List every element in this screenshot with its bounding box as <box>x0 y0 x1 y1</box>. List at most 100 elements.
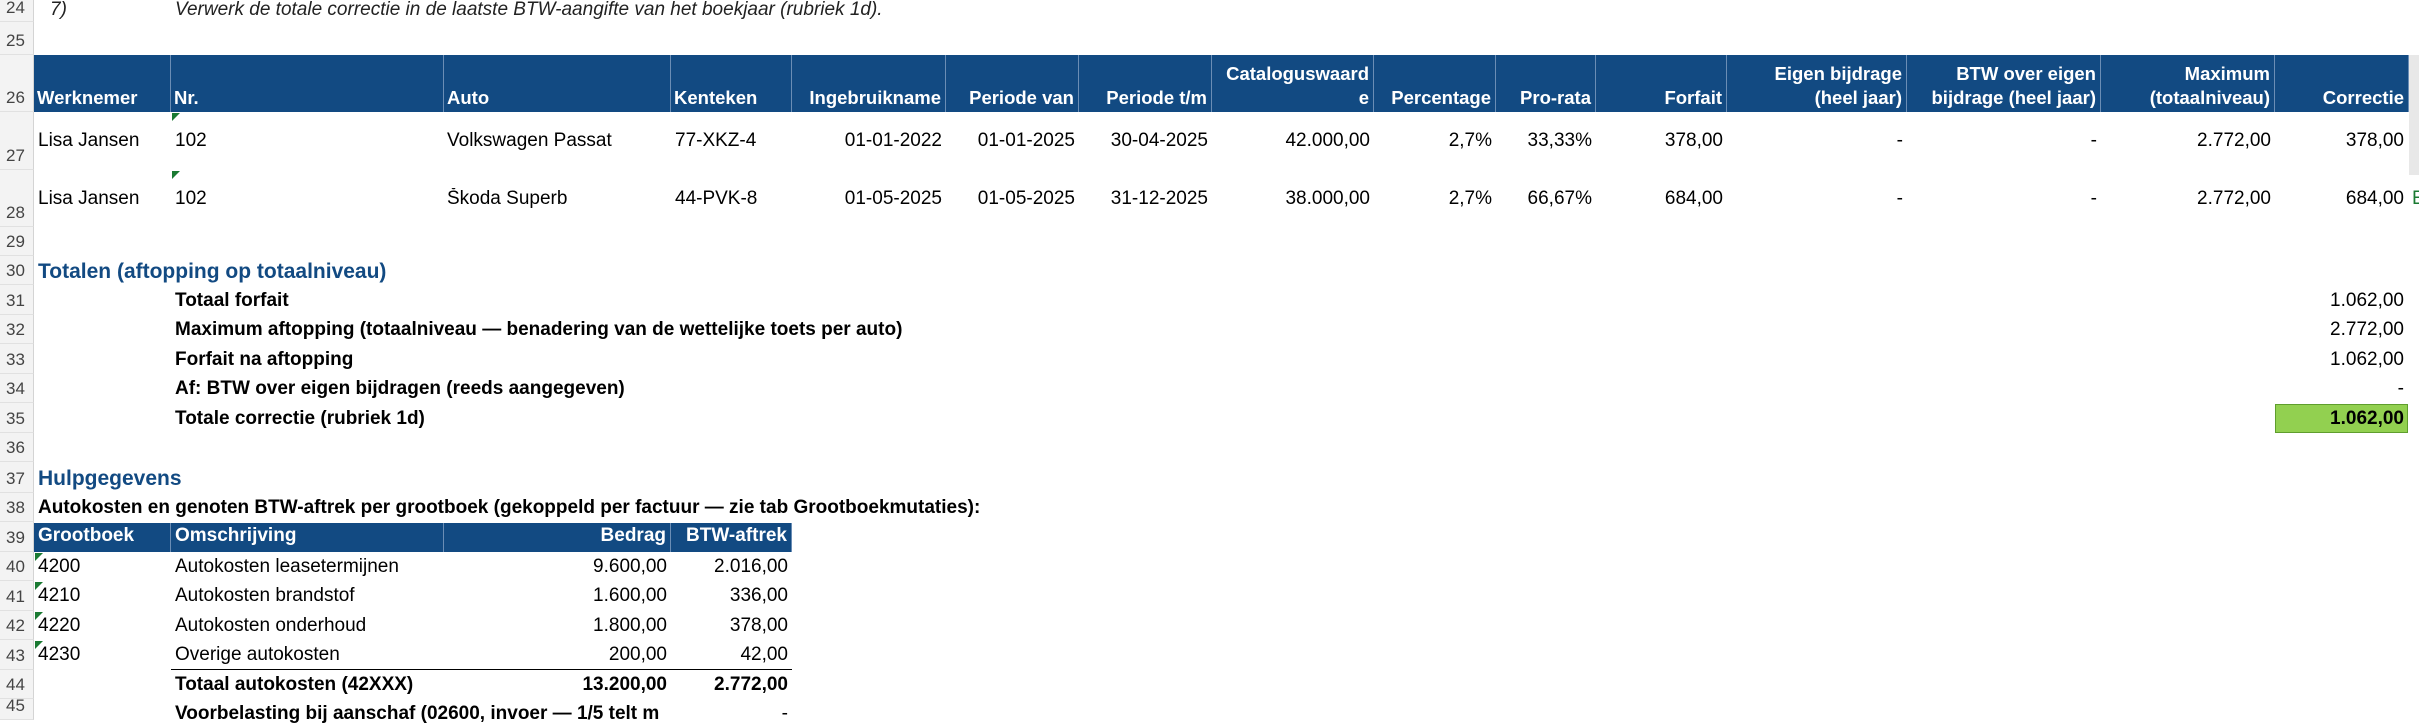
hulp-btw-aftrek[interactable]: 2.016,00 <box>671 556 788 578</box>
header-kenteken[interactable]: Kenteken <box>671 55 792 112</box>
note-number[interactable]: 7) <box>50 0 67 22</box>
hulpgegevens-title[interactable]: Hulpgegevens <box>38 467 182 491</box>
cell-cataloguswaarde[interactable]: 42.000,00 <box>1212 130 1370 152</box>
cell-nr[interactable]: 102 <box>175 130 207 152</box>
cell-percentage[interactable]: 2,7% <box>1374 130 1492 152</box>
row-header-38[interactable]: 38 <box>0 493 34 522</box>
cell-percentage[interactable]: 2,7% <box>1374 188 1492 210</box>
totals-label[interactable]: Maximum aftopping (totaalniveau — benade… <box>175 319 902 341</box>
hulp-total-bedrag[interactable]: 13.200,00 <box>444 674 667 696</box>
totals-title[interactable]: Totalen (aftopping op totaalniveau) <box>38 260 386 284</box>
totals-value[interactable]: 2.772,00 <box>2275 319 2404 341</box>
cell-forfait[interactable]: 378,00 <box>1596 130 1723 152</box>
cell-periode-van[interactable]: 01-01-2025 <box>946 130 1075 152</box>
row-header-25[interactable]: 25 <box>0 22 34 55</box>
row-header-27[interactable]: 27 <box>0 112 34 170</box>
header-werknemer[interactable]: Werknemer <box>34 55 171 112</box>
row-header-30[interactable]: 30 <box>0 256 34 285</box>
totals-value[interactable]: - <box>2275 378 2404 400</box>
cell-nr[interactable]: 102 <box>175 188 207 210</box>
cell-correctie[interactable]: 684,00 <box>2275 188 2404 210</box>
hulp-total-btw-aftrek[interactable]: 2.772,00 <box>671 674 788 696</box>
cell-auto[interactable]: Škoda Superb <box>447 188 567 210</box>
cell-periode-van[interactable]: 01-05-2025 <box>946 188 1075 210</box>
header-periode-van[interactable]: Periode van <box>946 55 1079 112</box>
row-header-34[interactable]: 34 <box>0 374 34 403</box>
header-prorata[interactable]: Pro-rata <box>1496 55 1596 112</box>
header-forfait[interactable]: Forfait <box>1596 55 1727 112</box>
row-header-45[interactable]: 45 <box>0 696 34 720</box>
cell-overflow[interactable]: E <box>2412 188 2419 210</box>
hulp-omschrijving[interactable]: Autokosten brandstof <box>175 585 355 607</box>
header-cataloguswaarde[interactable]: Cataloguswaard e <box>1212 55 1374 112</box>
hulp-grootboek[interactable]: 4210 <box>38 585 80 607</box>
row-header-31[interactable]: 31 <box>0 285 34 315</box>
totals-label[interactable]: Totaal forfait <box>175 290 289 312</box>
row-header-28[interactable]: 28 <box>0 170 34 227</box>
cell-eigen-bijdrage[interactable]: - <box>1727 130 1903 152</box>
totals-label[interactable]: Forfait na aftopping <box>175 349 353 371</box>
hulp-header-omschrijving[interactable]: Omschrijving <box>171 523 444 552</box>
header-percentage[interactable]: Percentage <box>1374 55 1496 112</box>
cell-kenteken[interactable]: 44-PVK-8 <box>675 188 757 210</box>
cell-prorata[interactable]: 33,33% <box>1496 130 1592 152</box>
cell-ingebruikname[interactable]: 01-05-2025 <box>792 188 942 210</box>
row-header-32[interactable]: 32 <box>0 315 34 344</box>
hulp-omschrijving[interactable]: Overige autokosten <box>175 644 340 666</box>
note-text[interactable]: Verwerk de totale correctie in de laatst… <box>175 0 883 22</box>
cell-werknemer[interactable]: Lisa Jansen <box>38 130 139 152</box>
hulp-header-bedrag[interactable]: Bedrag <box>444 523 671 552</box>
row-header-42[interactable]: 42 <box>0 611 34 640</box>
row-header-24[interactable]: 24 <box>0 0 34 22</box>
row-header-44[interactable]: 44 <box>0 670 34 699</box>
cell-btw-eigen-bijdrage[interactable]: - <box>1907 188 2097 210</box>
cell-forfait[interactable]: 684,00 <box>1596 188 1723 210</box>
cell-kenteken[interactable]: 77-XKZ-4 <box>675 130 756 152</box>
cell-ingebruikname[interactable]: 01-01-2022 <box>792 130 942 152</box>
row-header-29[interactable]: 29 <box>0 227 34 256</box>
hulp-voorbelasting-value[interactable]: - <box>671 703 788 725</box>
hulp-bedrag[interactable]: 200,00 <box>444 644 667 666</box>
row-header-41[interactable]: 41 <box>0 581 34 611</box>
header-periode-tm[interactable]: Periode t/m <box>1079 55 1212 112</box>
row-header-26[interactable]: 26 <box>0 55 34 112</box>
cell-maximum[interactable]: 2.772,00 <box>2101 188 2271 210</box>
header-auto[interactable]: Auto <box>444 55 671 112</box>
cell-eigen-bijdrage[interactable]: - <box>1727 188 1903 210</box>
header-eigen-bijdrage[interactable]: Eigen bijdrage (heel jaar) <box>1727 55 1907 112</box>
row-header-43[interactable]: 43 <box>0 640 34 670</box>
header-maximum[interactable]: Maximum (totaalniveau) <box>2101 55 2275 112</box>
hulp-grootboek[interactable]: 4220 <box>38 615 80 637</box>
cell-periode-tm[interactable]: 31-12-2025 <box>1079 188 1208 210</box>
row-header-40[interactable]: 40 <box>0 552 34 581</box>
cell-periode-tm[interactable]: 30-04-2025 <box>1079 130 1208 152</box>
hulp-omschrijving[interactable]: Autokosten onderhoud <box>175 615 366 637</box>
cell-auto[interactable]: Volkswagen Passat <box>447 130 612 152</box>
row-header-33[interactable]: 33 <box>0 344 34 374</box>
hulp-btw-aftrek[interactable]: 42,00 <box>671 644 788 666</box>
cell-werknemer[interactable]: Lisa Jansen <box>38 188 139 210</box>
header-ingebruikname[interactable]: Ingebruikname <box>792 55 946 112</box>
hulp-bedrag[interactable]: 9.600,00 <box>444 556 667 578</box>
hulp-bedrag[interactable]: 1.800,00 <box>444 615 667 637</box>
vertical-scrollbar[interactable] <box>2409 55 2419 175</box>
cell-correctie[interactable]: 378,00 <box>2275 130 2404 152</box>
header-nr[interactable]: Nr. <box>171 55 444 112</box>
hulp-omschrijving[interactable]: Autokosten leasetermijnen <box>175 556 399 578</box>
hulp-total-label[interactable]: Totaal autokosten (42XXX) <box>175 674 413 696</box>
row-header-39[interactable]: 39 <box>0 522 34 552</box>
hulp-voorbelasting-label[interactable]: Voorbelasting bij aanschaf (02600, invoe… <box>175 703 671 725</box>
row-header-35[interactable]: 35 <box>0 403 34 433</box>
header-btw-eigen-bijdrage[interactable]: BTW over eigen bijdrage (heel jaar) <box>1907 55 2101 112</box>
header-correctie[interactable]: Correctie <box>2275 55 2409 112</box>
cell-maximum[interactable]: 2.772,00 <box>2101 130 2271 152</box>
hulp-grootboek[interactable]: 4200 <box>38 556 80 578</box>
hulp-header-btw-aftrek[interactable]: BTW-aftrek <box>671 523 792 552</box>
hulp-bedrag[interactable]: 1.600,00 <box>444 585 667 607</box>
hulp-grootboek[interactable]: 4230 <box>38 644 80 666</box>
total-correction-value[interactable]: 1.062,00 <box>2275 408 2404 430</box>
cell-prorata[interactable]: 66,67% <box>1496 188 1592 210</box>
hulp-btw-aftrek[interactable]: 378,00 <box>671 615 788 637</box>
totals-label[interactable]: Af: BTW over eigen bijdragen (reeds aang… <box>175 378 625 400</box>
totals-value[interactable]: 1.062,00 <box>2275 349 2404 371</box>
